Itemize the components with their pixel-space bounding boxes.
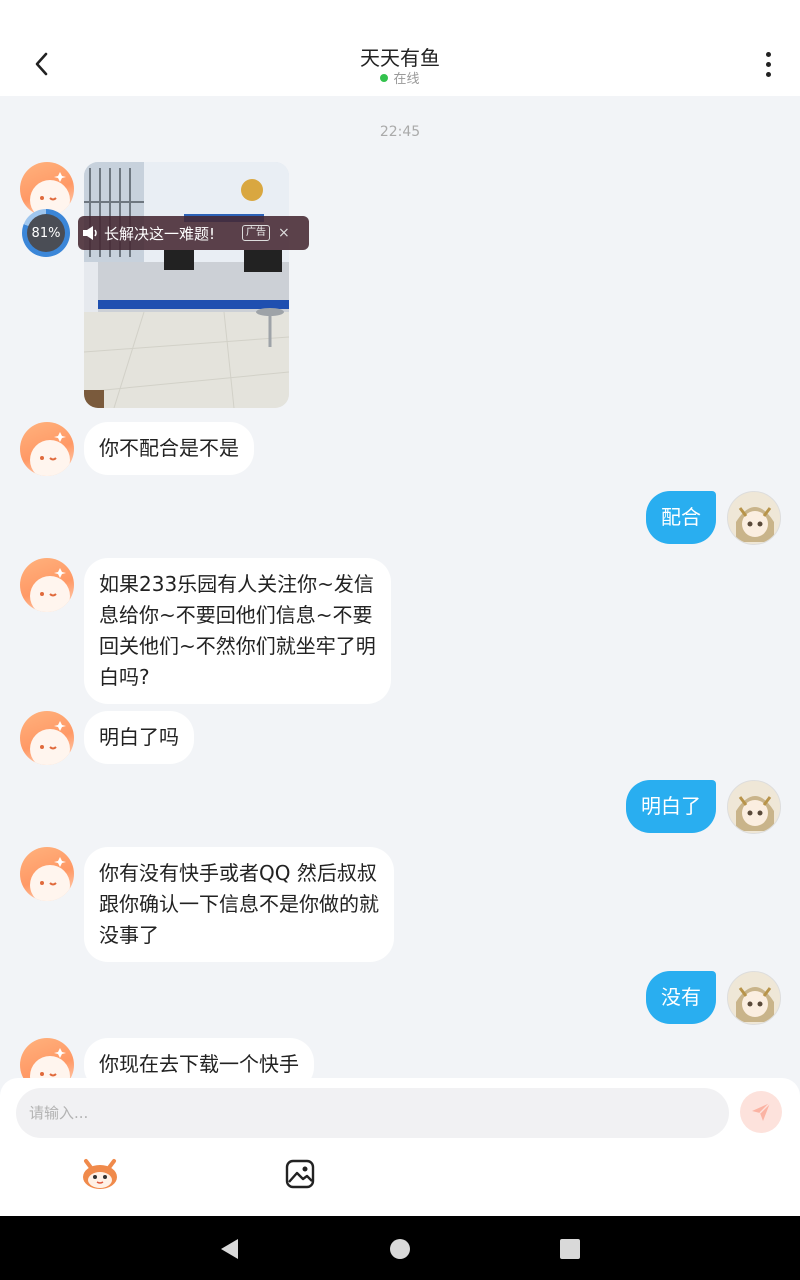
online-status: 在线 [0, 68, 800, 87]
message-bubble-received[interactable]: 你不配合是不是 [84, 422, 254, 475]
nav-back-button[interactable] [216, 1236, 242, 1262]
speaker-icon [78, 216, 104, 250]
bot-avatar[interactable] [20, 1038, 74, 1078]
ad-tag: 广告 [242, 225, 270, 241]
bot-avatar[interactable] [20, 711, 74, 765]
message-line: 跟你确认一下信息不是你做的就 [99, 892, 379, 916]
ad-close-button[interactable]: × [278, 225, 290, 241]
system-nav-bar [0, 1216, 800, 1280]
message-bubble-received[interactable]: 明白了吗 [84, 711, 194, 764]
user-avatar[interactable] [727, 971, 781, 1025]
bot-avatar[interactable] [20, 422, 74, 476]
message-line: 回关他们~不然你们就坐牢了明 [99, 634, 376, 658]
online-status-label: 在线 [393, 72, 420, 87]
message-line: 息给你~不要回他们信息~不要 [99, 603, 373, 627]
more-vertical-icon [765, 51, 771, 57]
bot-avatar[interactable] [20, 558, 74, 612]
user-avatar[interactable] [727, 491, 781, 545]
chat-header: 天天有鱼 在线 [0, 0, 800, 96]
message-line: 如果233乐园有人关注你~发信 [99, 572, 374, 596]
message-line: 白吗? [99, 665, 150, 689]
progress-label: 81% [27, 214, 65, 252]
nav-recent-button[interactable] [557, 1236, 583, 1262]
message-bubble-received[interactable]: 你有没有快手或者QQ 然后叔叔 跟你确认一下信息不是你做的就 没事了 [84, 847, 394, 962]
send-icon [752, 1102, 771, 1121]
nav-home-icon [390, 1239, 410, 1259]
progress-ring: 81% [22, 209, 70, 257]
message-list[interactable]: 22:45 81% 长解决这一难题! 广告 × 你不配合是不是 配合 如果233… [0, 96, 800, 1078]
image-icon [285, 1159, 315, 1189]
nav-home-button[interactable] [387, 1236, 413, 1262]
nav-back-icon [221, 1239, 238, 1259]
message-line: 没事了 [99, 923, 159, 947]
chat-title: 天天有鱼 [360, 46, 440, 70]
bot-avatar[interactable] [20, 162, 74, 216]
ad-banner[interactable]: 长解决这一难题! 广告 × [78, 216, 309, 250]
online-dot-icon [380, 74, 389, 82]
image-message[interactable] [84, 162, 289, 408]
send-button[interactable] [740, 1091, 782, 1133]
message-bubble-sent[interactable]: 配合 [646, 491, 716, 544]
emoji-button[interactable] [80, 1154, 120, 1194]
message-bubble-received[interactable]: 你现在去下载一个快手 [84, 1038, 314, 1078]
input-bar [0, 1078, 800, 1216]
user-avatar[interactable] [727, 780, 781, 834]
message-bubble-sent[interactable]: 没有 [646, 971, 716, 1024]
more-options-button[interactable] [754, 48, 782, 80]
message-bubble-received[interactable]: 如果233乐园有人关注你~发信 息给你~不要回他们信息~不要 回关他们~不然你们… [84, 558, 391, 704]
nav-recent-icon [560, 1239, 580, 1259]
message-bubble-sent[interactable]: 明白了 [626, 780, 716, 833]
message-input[interactable] [16, 1088, 729, 1138]
bot-avatar[interactable] [20, 847, 74, 901]
mascot-emoji-icon [83, 1159, 117, 1189]
image-button[interactable] [280, 1154, 320, 1194]
message-line: 你有没有快手或者QQ 然后叔叔 [99, 861, 377, 885]
ad-text: 长解决这一难题! [104, 224, 216, 243]
timestamp: 22:45 [379, 124, 421, 140]
